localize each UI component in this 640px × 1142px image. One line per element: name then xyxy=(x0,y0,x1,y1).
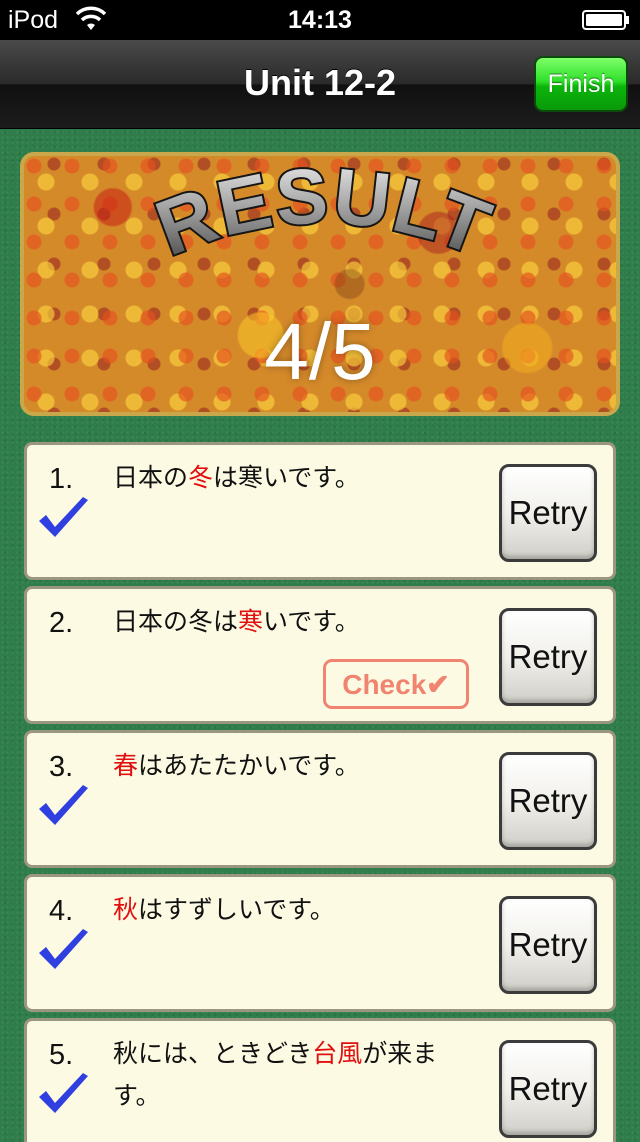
question-number: 4. xyxy=(49,895,74,927)
question-number: 1. xyxy=(49,463,74,495)
result-score: 4/5 xyxy=(264,307,376,396)
battery-icon xyxy=(582,10,629,30)
check-answer-button[interactable]: Check✔ xyxy=(323,659,469,709)
question-keyword: 寒 xyxy=(238,607,264,636)
finish-button[interactable]: Finish xyxy=(534,56,628,112)
retry-button[interactable]: Retry xyxy=(499,752,597,850)
correct-check-icon xyxy=(39,497,88,537)
question-card: 1. 日本の冬は寒いです。 Retry xyxy=(24,442,616,580)
question-number: 5. xyxy=(49,1039,74,1071)
question-card: 5. 秋には、ときどき台風が来ます。 Retry xyxy=(24,1018,616,1142)
question-text: 秋には、ときどき台風が来ます。 xyxy=(113,1039,438,1110)
question-card: 2. 日本の冬は寒いです。 Check✔ Retry xyxy=(24,586,616,724)
retry-button[interactable]: Retry xyxy=(499,608,597,706)
question-text: 日本の冬は寒いです。 xyxy=(113,463,360,492)
question-card: 3. 春はあたたかいです。 Retry xyxy=(24,730,616,868)
navigation-bar: Unit 12-2 Finish xyxy=(0,40,640,129)
question-keyword: 冬 xyxy=(188,463,214,492)
status-time: 14:13 xyxy=(288,6,352,34)
status-bar: iPod 14:13 xyxy=(0,0,640,40)
result-panel: RESULT 4/5 xyxy=(20,152,620,416)
correct-check-icon xyxy=(39,785,88,825)
question-text: 秋はすずしいです。 xyxy=(113,895,335,924)
correct-check-icon xyxy=(39,1073,88,1113)
question-keyword: 秋 xyxy=(113,895,139,924)
retry-button[interactable]: Retry xyxy=(499,896,597,994)
question-text: 春はあたたかいです。 xyxy=(113,751,360,780)
question-text: 日本の冬は寒いです。 xyxy=(113,607,360,636)
svg-text:RESULT: RESULT xyxy=(145,156,504,273)
question-keyword: 台風 xyxy=(312,1039,363,1068)
question-number: 3. xyxy=(49,751,74,783)
correct-check-icon xyxy=(39,929,88,969)
retry-button[interactable]: Retry xyxy=(499,1040,597,1138)
question-card: 4. 秋はすずしいです。 Retry xyxy=(24,874,616,1012)
retry-button[interactable]: Retry xyxy=(499,464,597,562)
question-keyword: 春 xyxy=(113,751,139,780)
question-number: 2. xyxy=(49,607,74,639)
